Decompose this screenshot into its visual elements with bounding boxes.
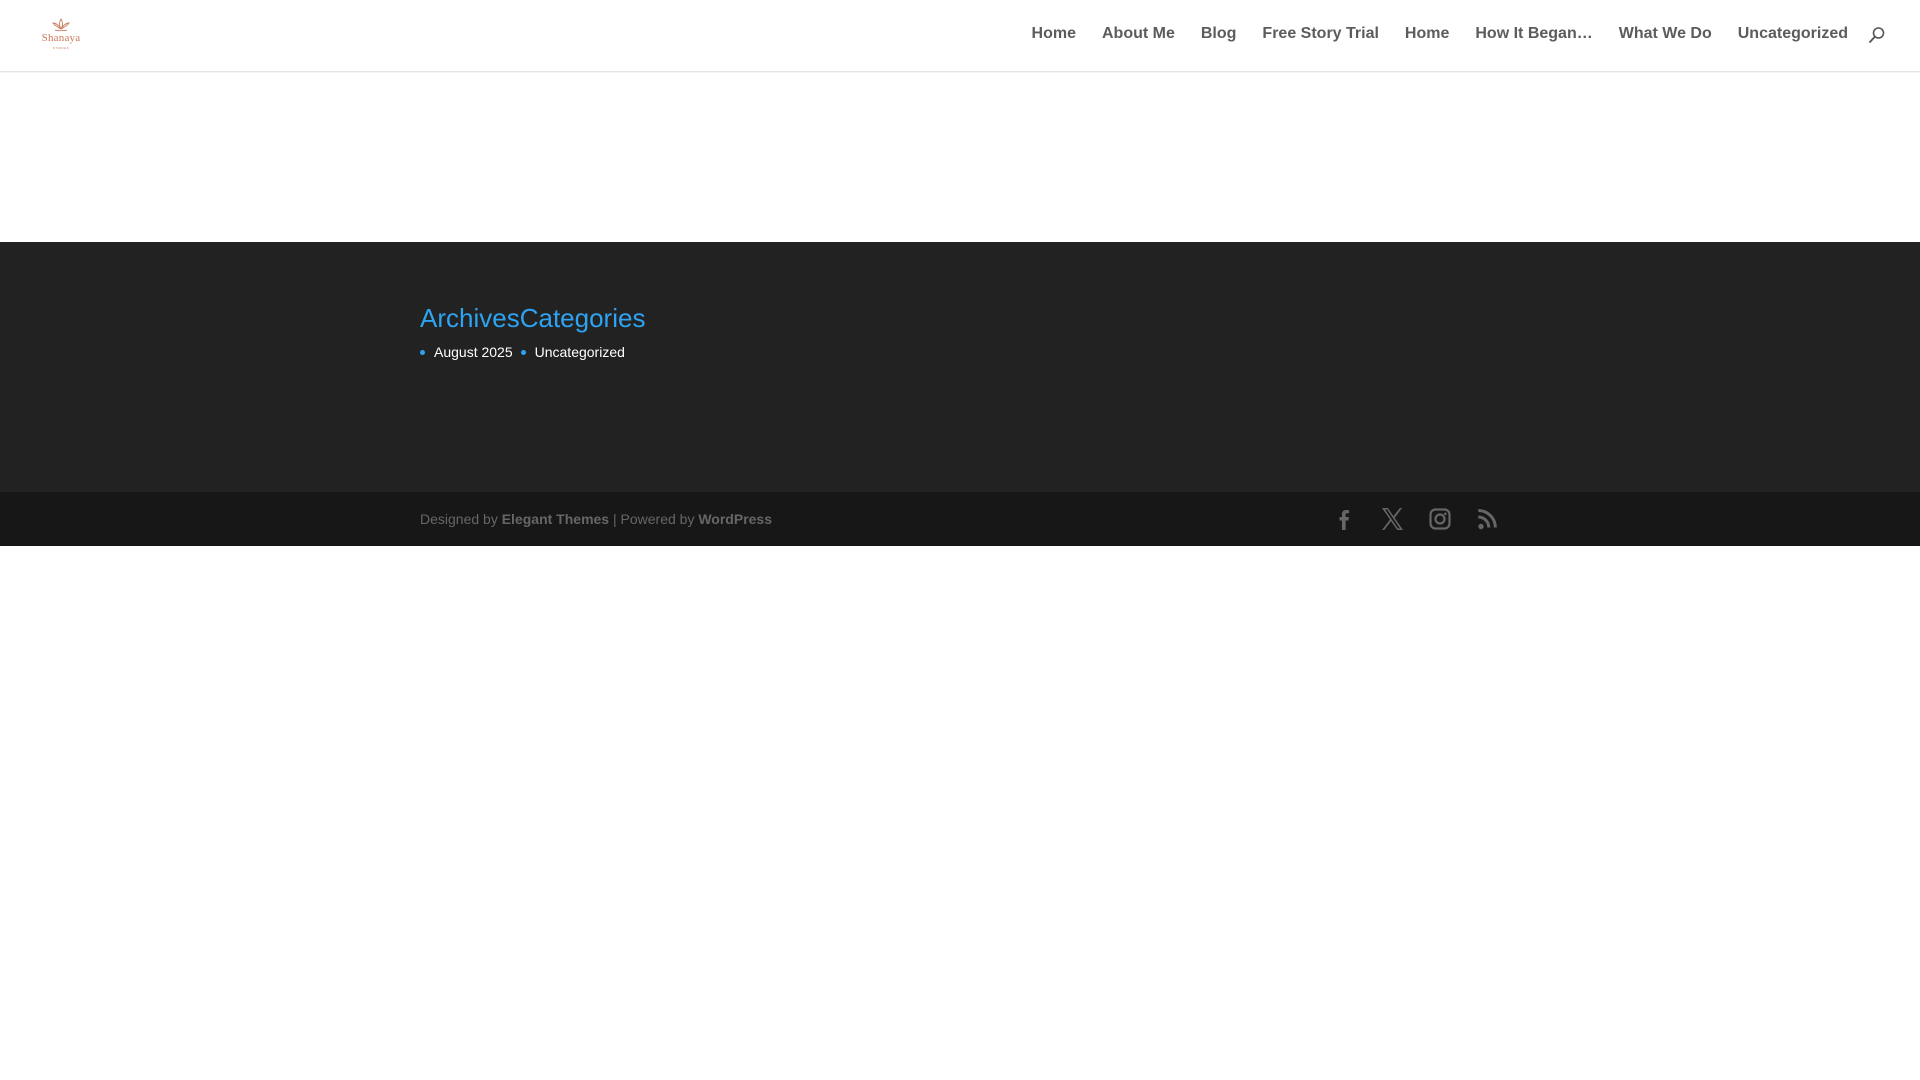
rss-icon[interactable] (1476, 506, 1500, 532)
footer-credits: Designed by Elegant Themes | Powered by … (420, 510, 772, 528)
footer-bottom-bar: Designed by Elegant Themes | Powered by … (0, 492, 1920, 546)
widget-list: August 2025 Uncategorized (420, 343, 625, 361)
site-logo[interactable]: Shanaya STORIES (38, 18, 84, 52)
nav-item-blog[interactable]: Blog (1188, 22, 1250, 46)
nav-item-how-it-began[interactable]: How It Began… (1462, 22, 1605, 46)
list-item: August 2025 (420, 343, 513, 361)
site-header: Shanaya STORIES Home About Me Blog Free … (0, 0, 1920, 72)
nav-item-home[interactable]: Home (1019, 22, 1089, 46)
facebook-icon[interactable] (1332, 506, 1356, 532)
designed-by-text: Designed by (420, 511, 502, 527)
bullet-icon (420, 350, 425, 355)
categories-title: Categories (519, 303, 646, 333)
lotus-icon (52, 18, 70, 32)
nav-item-what-we-do[interactable]: What We Do (1606, 22, 1725, 46)
x-icon[interactable] (1380, 506, 1404, 532)
powered-by-text: | Powered by (609, 511, 699, 527)
nav-item-home-2[interactable]: Home (1392, 22, 1462, 46)
nav-item-about-me[interactable]: About Me (1089, 22, 1188, 46)
footer-widgets: Archives Categories August 2025 Uncatego… (0, 242, 1920, 492)
category-link-uncategorized[interactable]: Uncategorized (535, 344, 625, 360)
nav-item-free-story-trial[interactable]: Free Story Trial (1249, 22, 1392, 46)
social-links (1332, 506, 1500, 532)
archive-link-august-2025[interactable]: August 2025 (434, 344, 513, 360)
elegant-themes-link[interactable]: Elegant Themes (502, 511, 609, 527)
wordpress-link[interactable]: WordPress (698, 511, 772, 527)
instagram-icon[interactable] (1428, 506, 1452, 532)
logo-subtext: STORIES (52, 46, 70, 50)
list-item: Uncategorized (520, 343, 625, 361)
archives-title: Archives (420, 303, 520, 333)
bullet-icon (520, 350, 526, 355)
search-icon[interactable] (1868, 26, 1886, 44)
main-nav: Home About Me Blog Free Story Trial Home… (1019, 22, 1848, 46)
nav-item-uncategorized[interactable]: Uncategorized (1725, 22, 1848, 46)
widget-titles: Archives Categories (420, 302, 645, 334)
logo-text: Shanaya (41, 32, 81, 44)
